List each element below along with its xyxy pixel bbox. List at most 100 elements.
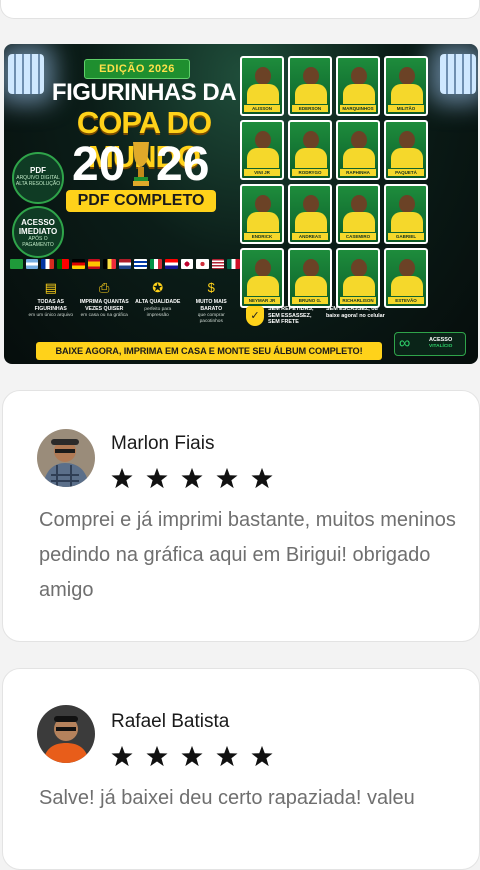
flag-korea-icon: [196, 259, 209, 269]
player-sticker: EDERSON: [288, 56, 332, 116]
feature-all-stickers: ▤ TODAS AS FIGURINHAS em um único arquiv…: [26, 280, 76, 348]
player-name-label: RICHARLISON: [340, 297, 376, 304]
flag-germany-icon: [72, 259, 85, 269]
player-jersey: [391, 148, 423, 168]
flag-japan-icon: [180, 259, 194, 269]
flag-spain-icon: [87, 259, 101, 269]
feature-subtitle: perfeito para impressão: [144, 306, 172, 318]
player-jersey: [343, 84, 375, 104]
player-name-label: VINI JR: [244, 169, 280, 176]
feature-high-quality: ✪ ALTA QUALIDADE perfeito para impressão: [133, 280, 183, 348]
year-right: 26: [156, 138, 210, 191]
instant-access-caption: APÓS O PAGAMENTO: [22, 236, 54, 248]
player-name-label: PAQUETÁ: [388, 169, 424, 176]
reviewer-photo-icon: [37, 429, 95, 487]
printer-icon: ⎙: [99, 280, 110, 295]
player-jersey: [295, 276, 327, 296]
star-icon: [111, 745, 133, 767]
product-banner-image: EDIÇÃO 2026 FIGURINHAS DA COPA DO MUNDO …: [4, 44, 478, 364]
player-jersey: [295, 84, 327, 104]
player-face: [351, 195, 367, 213]
piggy-bank-icon: $: [207, 280, 215, 295]
feature-title: IMPRIMA QUANTAS VEZES QUISER: [79, 299, 129, 312]
player-jersey: [391, 212, 423, 232]
sticker-grid: ALISSON BECKER EDERSON MARQUINHOS MILITÃO VI…: [240, 56, 434, 308]
feature-title: ALTA QUALIDADE: [135, 299, 181, 305]
medal-icon: ✪: [152, 280, 164, 295]
trophy-icon: [133, 142, 149, 186]
player-face: [303, 195, 319, 213]
player-jersey: [247, 212, 279, 232]
flag-uruguay-icon: [134, 259, 147, 269]
star-icon: [181, 745, 203, 767]
pdf-file-icon: PDF: [30, 166, 46, 175]
player-jersey: [391, 84, 423, 104]
player-face: [303, 67, 319, 85]
promo-text-left: SEM REPETIDAS, SEM ESSASSEZ, SEM FRETE: [268, 306, 314, 325]
player-name-label: ANDREAS PEREIRA: [292, 233, 328, 242]
player-face: [351, 131, 367, 149]
player-sticker: CASEMIRO: [336, 184, 380, 244]
star-icon: [146, 745, 168, 767]
player-name-label: RODRYGO: [292, 169, 328, 176]
player-sticker: MILITÃO: [384, 56, 428, 116]
reviewer-photo-icon: [37, 705, 95, 763]
player-name-label: RAPHINHA: [340, 169, 376, 176]
player-jersey: [343, 212, 375, 232]
pdf-file-badge: PDF ARQUIVO DIGITAL ALTA RESOLUÇÃO: [12, 152, 64, 204]
player-sticker: ANDREAS PEREIRA: [288, 184, 332, 244]
flag-croatia-icon: [165, 259, 178, 269]
player-name-label: EDERSON: [292, 105, 328, 112]
star-icon: [216, 467, 238, 489]
lifetime-access-badge: ∞ ACESSO VITALÍCIO: [394, 332, 466, 356]
player-name-label: BRUNO G.: [292, 297, 328, 304]
flag-argentina-icon: [25, 259, 39, 269]
player-name-label: NEYMAR JR: [244, 297, 280, 304]
feature-subtitle: em casa ou na gráfica: [80, 313, 128, 318]
star-icon: [216, 745, 238, 767]
review-card: Marlon Fiais Comprei e já imprimi bastan…: [2, 390, 480, 642]
floodlight-left: [8, 54, 44, 94]
player-jersey: [247, 276, 279, 296]
flag-italy-icon: [149, 259, 163, 269]
player-jersey: [295, 212, 327, 232]
player-name-label: MILITÃO: [388, 105, 424, 112]
star-rating: [111, 745, 273, 767]
player-jersey: [295, 148, 327, 168]
player-face: [399, 67, 415, 85]
player-name-label: CASEMIRO: [340, 233, 376, 240]
player-sticker: PAQUETÁ: [384, 120, 428, 180]
feature-subtitle: em um único arquivo: [28, 313, 74, 318]
shield-check-icon: ✓: [246, 306, 264, 326]
player-face: [303, 259, 319, 277]
player-face: [351, 259, 367, 277]
star-icon: [181, 467, 203, 489]
star-rating: [111, 467, 273, 489]
lifetime-access-line1: ACESSO: [429, 337, 453, 343]
player-sticker: ESTEVÃO: [384, 248, 428, 308]
player-face: [255, 259, 271, 277]
player-jersey: [391, 276, 423, 296]
player-sticker: VINI JR: [240, 120, 284, 180]
feature-list: ▤ TODAS AS FIGURINHAS em um único arquiv…: [26, 280, 236, 348]
player-sticker: MARQUINHOS: [336, 56, 380, 116]
player-face: [255, 195, 271, 213]
floodlight-right: [440, 54, 476, 94]
star-icon: [251, 745, 273, 767]
avatar: [37, 429, 95, 487]
feature-title: MUITO MAIS BARATO: [195, 299, 227, 312]
lifetime-access-line2: VITALÍCIO: [429, 344, 453, 349]
flag-mexico-icon: [227, 259, 240, 269]
flag-netherlands-icon: [118, 259, 132, 269]
player-sticker: ALISSON BECKER: [240, 56, 284, 116]
flag-brazil-icon: [10, 259, 23, 269]
album-icon: ▤: [44, 280, 57, 295]
feature-cheaper: $ MUITO MAIS BARATO que comprar pacotinh…: [187, 280, 237, 348]
country-flags: [10, 259, 240, 273]
player-jersey: [247, 84, 279, 104]
download-cta-strip: BAIXE AGORA, IMPRIMA EM CASA E MONTE SEU…: [36, 342, 382, 360]
player-jersey: [343, 148, 375, 168]
reviewer-name: Marlon Fiais: [111, 433, 215, 454]
promo-text-right: SEM ESCASSEZ, ou baixe agora! no celular: [326, 306, 385, 319]
flag-belgium-icon: [103, 259, 116, 269]
